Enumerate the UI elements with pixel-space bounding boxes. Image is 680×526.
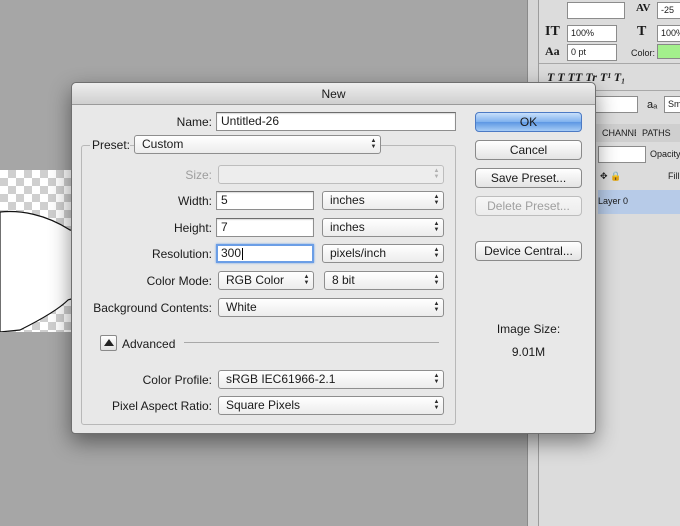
color-mode-select[interactable]: RGB Color ▲ ▼ — [218, 271, 314, 290]
horizontal-scale-icon: T — [637, 24, 647, 39]
opacity-label: Opacity — [650, 149, 680, 159]
dialog-title: New — [72, 83, 595, 105]
updown-icon: ▲ ▼ — [433, 221, 440, 233]
layer-row[interactable]: Layer 0 — [598, 190, 680, 214]
updown-icon: ▲ ▼ — [433, 274, 440, 286]
resolution-value: 300 — [221, 246, 242, 260]
width-unit-value: inches — [330, 193, 365, 207]
image-size-value: 9.01M — [511, 345, 546, 359]
name-label: Name: — [176, 115, 212, 129]
horizontal-scale-field[interactable]: 100% — [657, 25, 680, 42]
resolution-field[interactable]: 300 — [216, 244, 314, 263]
pixel-aspect-select[interactable]: Square Pixels ▲ ▼ — [218, 396, 444, 415]
device-central-button[interactable]: Device Central... — [475, 241, 582, 261]
advanced-label: Advanced — [122, 337, 176, 351]
preset-value: Custom — [142, 137, 184, 151]
updown-icon: ▲ ▼ — [433, 194, 440, 206]
baseline-shift-field[interactable]: 0 pt — [567, 44, 617, 61]
background-value: White — [226, 300, 257, 314]
resolution-label: Resolution: — [151, 247, 212, 261]
preset-select[interactable]: Custom ▲ ▼ — [134, 135, 381, 154]
background-label: Background Contents: — [93, 301, 212, 315]
tracking-field[interactable]: -25 — [657, 2, 680, 19]
new-document-dialog: New Name: Untitled-26 Preset: Custom ▲ ▼ … — [71, 82, 596, 434]
size-select[interactable]: ▲ ▼ — [218, 165, 444, 184]
height-unit-value: inches — [330, 220, 365, 234]
antialias-select[interactable]: Smo — [664, 96, 680, 113]
advanced-divider — [184, 342, 439, 343]
tracking-icon: AV — [636, 2, 651, 14]
save-preset-button[interactable]: Save Preset... — [475, 168, 582, 188]
color-mode-value: RGB Color — [226, 273, 285, 287]
text-color-swatch[interactable] — [657, 44, 680, 59]
updown-icon: ▲ ▼ — [433, 373, 440, 385]
vertical-scale-icon: IT — [545, 24, 560, 39]
bit-depth-value: 8 bit — [332, 273, 355, 287]
triangle-up-icon — [104, 339, 114, 346]
size-label: Size: — [185, 168, 212, 182]
ok-button[interactable]: OK — [475, 112, 582, 132]
image-size-label: Image Size: — [496, 322, 561, 336]
height-field[interactable]: 7 — [216, 218, 314, 237]
fill-label: Fill — [668, 171, 680, 181]
antialias-icon: aₐ — [647, 99, 658, 111]
height-label: Height: — [173, 221, 212, 235]
text-caret — [242, 247, 244, 260]
resolution-unit-value: pixels/inch — [330, 246, 387, 260]
resolution-unit-select[interactable]: pixels/inch ▲ ▼ — [322, 244, 444, 263]
height-unit-select[interactable]: inches ▲ ▼ — [322, 218, 444, 237]
pixel-aspect-value: Square Pixels — [226, 398, 301, 412]
color-profile-label: Color Profile: — [142, 373, 212, 387]
preset-label: Preset: — [90, 138, 131, 152]
updown-icon: ▲ ▼ — [433, 247, 440, 259]
cancel-button[interactable]: Cancel — [475, 140, 582, 160]
blend-mode-select[interactable] — [598, 146, 646, 163]
tab-paths[interactable]: PATHS — [636, 124, 680, 142]
updown-icon: ▲ ▼ — [433, 399, 440, 411]
lock-icons[interactable]: ✥ 🔒 — [600, 171, 621, 182]
width-unit-select[interactable]: inches ▲ ▼ — [322, 191, 444, 210]
updown-icon: ▲ ▼ — [303, 274, 310, 286]
color-profile-value: sRGB IEC61966-2.1 — [226, 372, 336, 386]
baseline-shift-icon: Aa — [545, 44, 560, 58]
color-mode-label: Color Mode: — [146, 274, 212, 288]
advanced-toggle-button[interactable] — [100, 335, 117, 351]
color-profile-select[interactable]: sRGB IEC61966-2.1 ▲ ▼ — [218, 370, 444, 389]
background-select[interactable]: White ▲ ▼ — [218, 298, 444, 317]
width-label: Width: — [177, 194, 212, 208]
layer-name: Layer 0 — [598, 196, 629, 206]
name-field[interactable]: Untitled-26 — [216, 112, 456, 131]
delete-preset-button[interactable]: Delete Preset... — [475, 196, 582, 216]
width-field[interactable]: 5 — [216, 191, 314, 210]
bit-depth-select[interactable]: 8 bit ▲ ▼ — [324, 271, 444, 290]
color-label: Color: — [631, 48, 656, 58]
updown-icon: ▲ ▼ — [370, 138, 377, 150]
updown-icon: ▲ ▼ — [433, 301, 440, 313]
vertical-scale-field[interactable]: 100% — [567, 25, 617, 42]
pixel-aspect-label: Pixel Aspect Ratio: — [111, 399, 212, 413]
font-size-field[interactable] — [567, 2, 625, 19]
updown-icon: ▲ ▼ — [433, 168, 440, 180]
